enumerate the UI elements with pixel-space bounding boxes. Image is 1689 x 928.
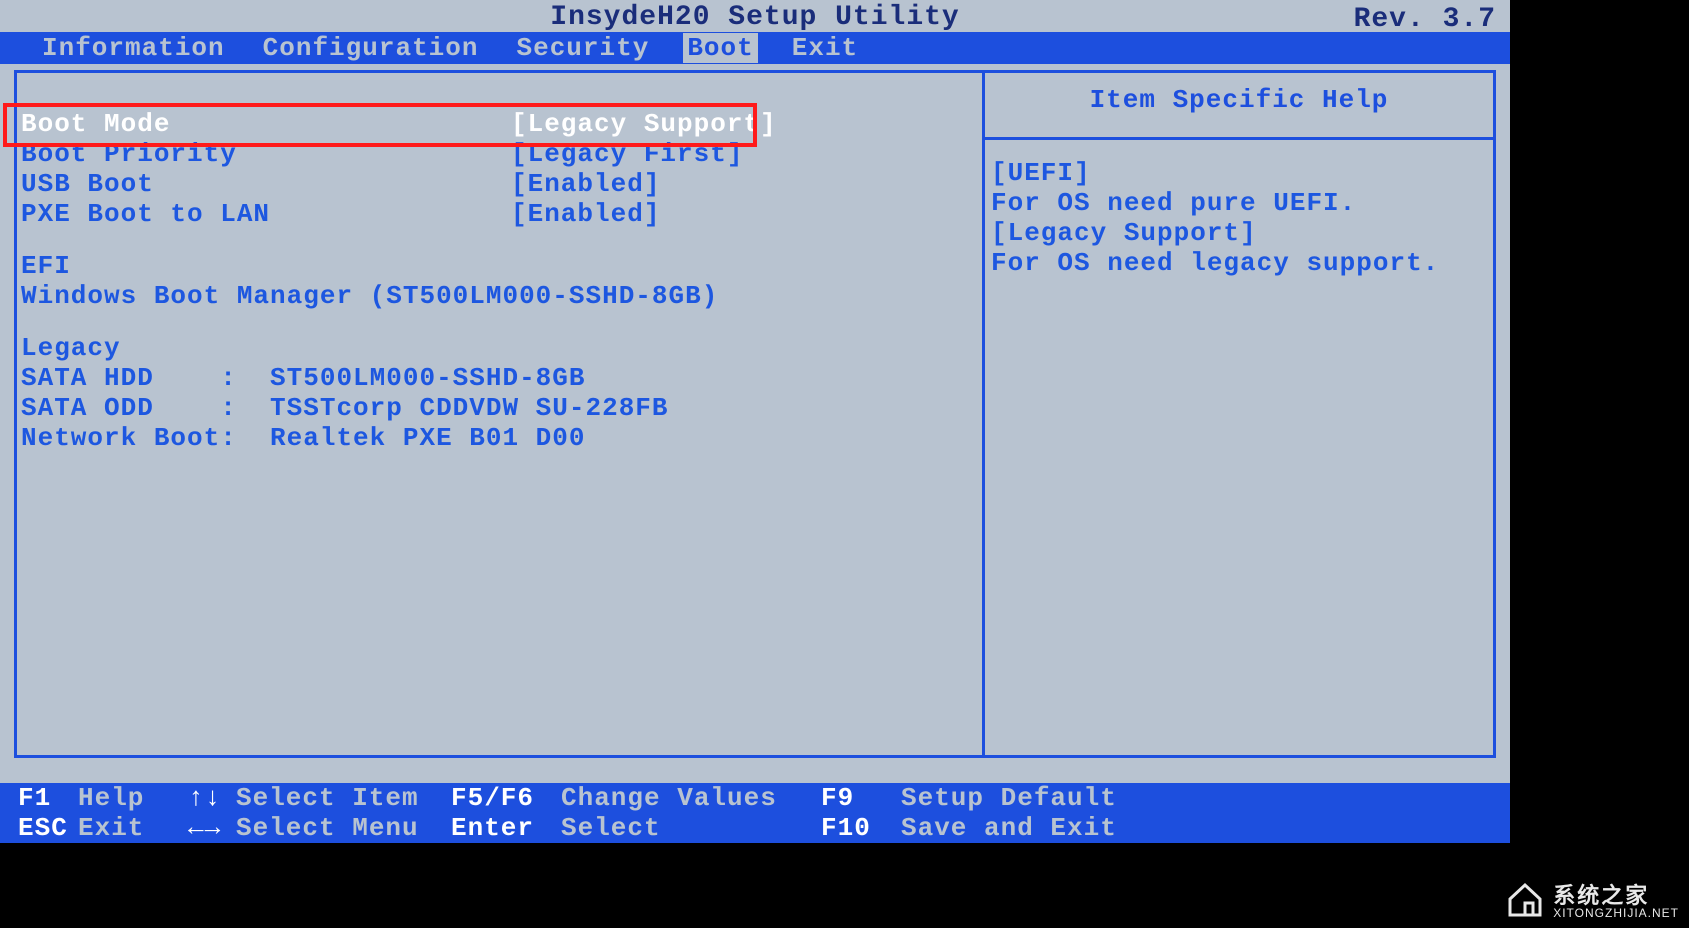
- efi-item[interactable]: Windows Boot Manager (ST500LM000-SSHD-8G…: [21, 281, 978, 311]
- efi-heading: EFI: [21, 251, 978, 281]
- help-line: For OS need legacy support.: [991, 248, 1487, 278]
- legacy-item-network-boot[interactable]: Network Boot: Realtek PXE B01 D00: [21, 423, 978, 453]
- revision-label: Rev. 3.7: [1354, 4, 1496, 35]
- tab-boot[interactable]: Boot: [683, 33, 757, 63]
- tab-configuration[interactable]: Configuration: [259, 33, 483, 63]
- label-save-and-exit: Save and Exit: [901, 813, 1117, 843]
- tab-information[interactable]: Information: [38, 33, 229, 63]
- setting-pxe-boot[interactable]: PXE Boot to LAN [Enabled]: [21, 199, 978, 229]
- label-change-values: Change Values: [561, 783, 821, 813]
- label-select-item: Select Item: [236, 783, 451, 813]
- footer-bar: F1 Help ↑↓ Select Item F5/F6 Change Valu…: [0, 783, 1510, 843]
- watermark-text: 系统之家 XITONGZHIJIA.NET: [1553, 878, 1679, 920]
- key-f5f6: F5/F6: [451, 783, 561, 813]
- help-line: For OS need pure UEFI.: [991, 188, 1487, 218]
- settings-pane: Boot Mode [Legacy Support] Boot Priority…: [17, 73, 985, 755]
- setting-label: Boot Priority: [21, 139, 511, 169]
- key-enter: Enter: [451, 813, 561, 843]
- label-setup-default: Setup Default: [901, 783, 1117, 813]
- menu-bar: Information Configuration Security Boot …: [0, 32, 1510, 64]
- setting-value: [Legacy First]: [511, 139, 743, 169]
- legacy-heading: Legacy: [21, 333, 978, 363]
- setting-label: USB Boot: [21, 169, 511, 199]
- setting-value: [Enabled]: [511, 199, 660, 229]
- setting-boot-mode[interactable]: Boot Mode [Legacy Support]: [21, 109, 978, 139]
- content-frame: Boot Mode [Legacy Support] Boot Priority…: [14, 70, 1496, 758]
- tab-exit[interactable]: Exit: [788, 33, 862, 63]
- help-title: Item Specific Help: [985, 73, 1493, 140]
- setting-usb-boot[interactable]: USB Boot [Enabled]: [21, 169, 978, 199]
- label-select: Select: [561, 813, 821, 843]
- footer-row-2: ESC Exit ←→ Select Menu Enter Select F10…: [0, 813, 1510, 843]
- setting-label: PXE Boot to LAN: [21, 199, 511, 229]
- help-line: [UEFI]: [991, 158, 1487, 188]
- watermark-url: XITONGZHIJIA.NET: [1553, 906, 1679, 920]
- utility-title: InsydeH20 Setup Utility: [550, 2, 959, 33]
- title-bar: InsydeH20 Setup Utility: [0, 0, 1510, 32]
- house-icon: [1505, 879, 1545, 919]
- footer-row-1: F1 Help ↑↓ Select Item F5/F6 Change Valu…: [0, 783, 1510, 813]
- label-exit: Exit: [78, 813, 188, 843]
- key-esc: ESC: [18, 813, 78, 843]
- bios-screen: InsydeH20 Setup Utility Rev. 3.7 Informa…: [0, 0, 1510, 843]
- tab-security[interactable]: Security: [512, 33, 653, 63]
- label-select-menu: Select Menu: [236, 813, 451, 843]
- watermark-cn: 系统之家: [1553, 883, 1649, 908]
- key-f1: F1: [18, 783, 78, 813]
- setting-value: [Enabled]: [511, 169, 660, 199]
- label-help: Help: [78, 783, 188, 813]
- help-pane: Item Specific Help [UEFI] For OS need pu…: [985, 73, 1493, 755]
- setting-value: [Legacy Support]: [511, 109, 777, 139]
- key-f10: F10: [821, 813, 901, 843]
- arrows-updown-icon: ↑↓: [188, 783, 236, 813]
- key-f9: F9: [821, 783, 901, 813]
- setting-label: Boot Mode: [21, 109, 511, 139]
- help-line: [Legacy Support]: [991, 218, 1487, 248]
- legacy-item-sata-hdd[interactable]: SATA HDD : ST500LM000-SSHD-8GB: [21, 363, 978, 393]
- arrows-leftright-icon: ←→: [188, 813, 236, 843]
- watermark: 系统之家 XITONGZHIJIA.NET: [1505, 878, 1679, 920]
- legacy-item-sata-odd[interactable]: SATA ODD : TSSTcorp CDDVDW SU-228FB: [21, 393, 978, 423]
- setting-boot-priority[interactable]: Boot Priority [Legacy First]: [21, 139, 978, 169]
